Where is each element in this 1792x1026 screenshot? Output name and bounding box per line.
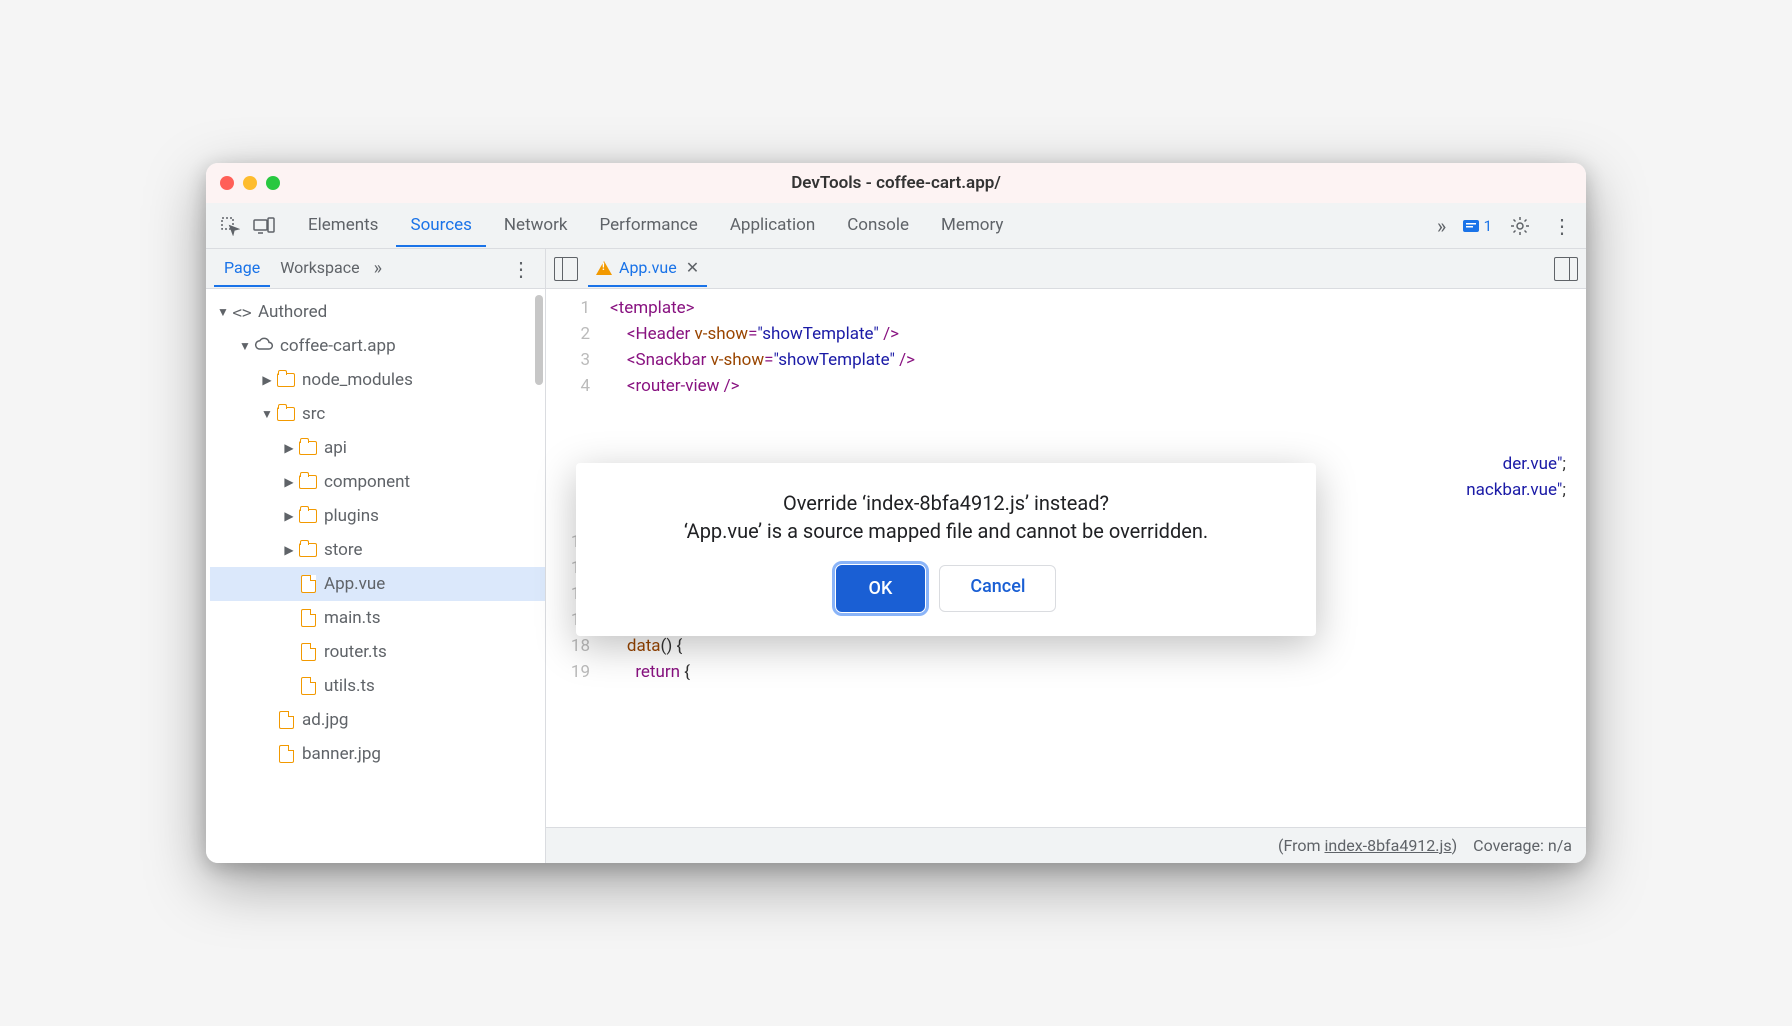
issues-badge[interactable]: 1 — [1462, 217, 1492, 235]
tab-memory[interactable]: Memory — [927, 205, 1017, 247]
sidebar-menu-icon[interactable]: ⋮ — [505, 257, 537, 281]
tree-folder-plugins[interactable]: ▶plugins — [210, 499, 545, 533]
tree-file-router-ts[interactable]: router.ts — [210, 635, 545, 669]
dialog-buttons: OK Cancel — [606, 565, 1286, 612]
tree-file-App-vue[interactable]: App.vue — [210, 567, 545, 601]
dialog-line-2: ‘App.vue’ is a source mapped file and ca… — [606, 519, 1286, 543]
cancel-button[interactable]: Cancel — [939, 565, 1056, 612]
tree-file-banner-jpg[interactable]: banner.jpg — [210, 737, 545, 771]
sidebar-tab-workspace[interactable]: Workspace — [270, 250, 369, 287]
editor-tab[interactable]: App.vue ✕ — [588, 250, 707, 287]
tree-folder-api[interactable]: ▶api — [210, 431, 545, 465]
panel-tabs: ElementsSourcesNetworkPerformanceApplica… — [294, 205, 1422, 247]
devtools-window: DevTools - coffee-cart.app/ ElementsSour… — [206, 163, 1586, 863]
tree-folder-src[interactable]: ▼src — [210, 397, 545, 431]
close-window-button[interactable] — [220, 176, 234, 190]
tree-file-utils-ts[interactable]: utils.ts — [210, 669, 545, 703]
statusbar: (From index-8bfa4912.js) Coverage: n/a — [546, 827, 1586, 863]
maximize-window-button[interactable] — [266, 176, 280, 190]
issues-count: 1 — [1484, 217, 1492, 235]
tree-folder-store[interactable]: ▶store — [210, 533, 545, 567]
tree-scrollbar[interactable] — [535, 295, 543, 385]
toggle-navigator-icon[interactable] — [554, 257, 578, 281]
override-dialog: Override ‘index-8bfa4912.js’ instead? ‘A… — [576, 463, 1316, 636]
source-file-link[interactable]: index-8bfa4912.js — [1324, 836, 1451, 855]
settings-icon[interactable] — [1506, 212, 1534, 240]
close-tab-icon[interactable]: ✕ — [686, 258, 699, 277]
source-from: (From index-8bfa4912.js) — [1278, 836, 1457, 855]
titlebar: DevTools - coffee-cart.app/ — [206, 163, 1586, 203]
tree-domain[interactable]: ▼coffee-cart.app — [210, 329, 545, 363]
toggle-debugger-icon[interactable] — [1554, 257, 1578, 281]
window-controls — [220, 176, 280, 190]
more-tabs-icon[interactable]: » — [1428, 212, 1456, 240]
sidebar-more-icon[interactable]: » — [374, 258, 382, 279]
tab-performance[interactable]: Performance — [585, 205, 711, 247]
tree-file-main-ts[interactable]: main.ts — [210, 601, 545, 635]
tree-file-ad-jpg[interactable]: ad.jpg — [210, 703, 545, 737]
kebab-menu-icon[interactable]: ⋮ — [1548, 212, 1576, 240]
tree-folder-node-modules[interactable]: ▶node_modules — [210, 363, 545, 397]
inspect-icon[interactable] — [216, 212, 244, 240]
sidebar: PageWorkspace » ⋮ ▼<>Authored▼coffee-car… — [206, 249, 546, 863]
tree-folder-component[interactable]: ▶component — [210, 465, 545, 499]
file-tree: ▼<>Authored▼coffee-cart.app▶node_modules… — [206, 289, 545, 863]
minimize-window-button[interactable] — [243, 176, 257, 190]
main-toolbar: ElementsSourcesNetworkPerformanceApplica… — [206, 203, 1586, 249]
dialog-line-1: Override ‘index-8bfa4912.js’ instead? — [606, 491, 1286, 515]
tree-authored[interactable]: ▼<>Authored — [210, 295, 545, 329]
editor-tabbar: App.vue ✕ — [546, 249, 1586, 289]
toolbar-right: 1 ⋮ — [1462, 212, 1576, 240]
tab-network[interactable]: Network — [490, 205, 582, 247]
coverage-label: Coverage: n/a — [1473, 836, 1572, 855]
window-title: DevTools - coffee-cart.app/ — [791, 173, 1001, 193]
tab-application[interactable]: Application — [716, 205, 829, 247]
warning-icon — [596, 261, 612, 275]
tab-sources[interactable]: Sources — [396, 205, 485, 247]
ok-button[interactable]: OK — [836, 565, 926, 612]
editor-tab-label: App.vue — [619, 258, 677, 277]
sidebar-tabs: PageWorkspace » ⋮ — [206, 249, 545, 289]
device-toggle-icon[interactable] — [250, 212, 278, 240]
tab-elements[interactable]: Elements — [294, 205, 392, 247]
tab-console[interactable]: Console — [833, 205, 923, 247]
sidebar-tab-page[interactable]: Page — [214, 250, 270, 287]
